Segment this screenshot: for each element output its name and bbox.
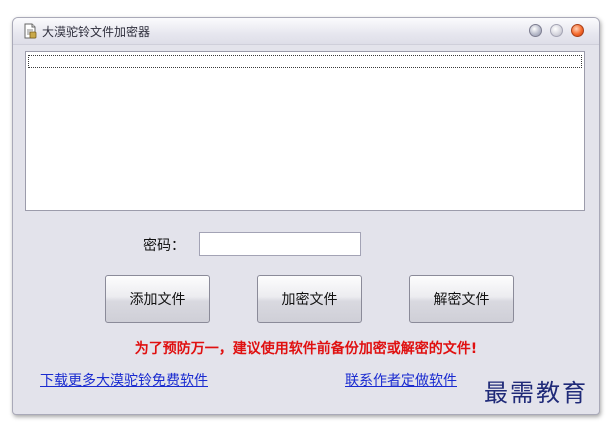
maximize-button[interactable]	[550, 24, 563, 37]
app-document-icon	[22, 23, 38, 39]
watermark-text: 最需教育	[484, 379, 588, 407]
app-window: 大漠驼铃文件加密器 密码： 添加文件 加密文件 解密文件 为了预防万一，建议使用…	[12, 17, 600, 415]
backup-warning-text: 为了预防万一，建议使用软件前备份加密或解密的文件!	[134, 341, 478, 357]
add-file-button[interactable]: 添加文件	[105, 275, 210, 323]
contact-author-link[interactable]: 联系作者定做软件	[345, 370, 457, 390]
window-title: 大漠驼铃文件加密器	[42, 25, 151, 39]
decrypt-file-button[interactable]: 解密文件	[409, 275, 514, 323]
minimize-button[interactable]	[529, 24, 542, 37]
password-input[interactable]	[199, 232, 361, 256]
close-button[interactable]	[571, 24, 584, 37]
title-bar[interactable]: 大漠驼铃文件加密器	[13, 18, 599, 45]
list-focus-row[interactable]	[28, 55, 582, 68]
encrypt-file-button[interactable]: 加密文件	[257, 275, 362, 323]
file-list[interactable]	[25, 51, 585, 211]
password-label: 密码：	[143, 238, 185, 254]
download-more-link[interactable]: 下载更多大漠驼铃免费软件	[40, 370, 208, 390]
